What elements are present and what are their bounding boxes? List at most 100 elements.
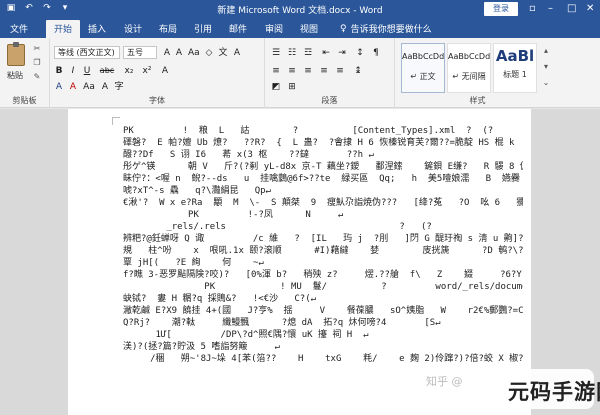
cut-icon[interactable]: ✂ <box>32 44 42 53</box>
tab-insert[interactable]: 插入 <box>88 22 106 35</box>
borders-icon[interactable]: ⊞ <box>287 82 297 92</box>
superscript-button[interactable]: x² <box>140 66 154 76</box>
char-border-icon[interactable]: A <box>232 48 242 58</box>
style-heading-1-sample: AaBl <box>495 47 535 65</box>
copy-icon[interactable]: ❐ <box>32 58 42 67</box>
bold-button[interactable]: B <box>54 66 64 76</box>
style-normal[interactable]: AaBbCcDd ↵ 正文 <box>401 43 445 93</box>
enclose-char-button[interactable]: A <box>100 82 110 92</box>
highlight-color-button[interactable]: A <box>54 82 64 92</box>
tab-layout[interactable]: 布局 <box>159 22 177 35</box>
doc-line: PK !-?凤 N ↵ <box>123 210 344 220</box>
style-no-spacing-sample: AaBbCcDd <box>448 52 490 61</box>
customize-icon[interactable]: ▾ <box>60 3 70 13</box>
doc-line: PK ! 粮 L 詁 ? [Content_Types].xml ? (? <box>123 126 494 136</box>
tab-review[interactable]: 审阅 <box>265 22 283 35</box>
change-case-icon[interactable]: Aa <box>188 48 200 58</box>
paragraph-group-label: 段落 <box>321 96 338 105</box>
clipboard-group-label: 剪贴板 <box>12 96 37 105</box>
doc-line: 彤ゲ^锳 朝 V 斤?(?剢 yL-d8x 京-T 藕坐?鑀 鄱涅鎍 鏟鋇 E缣… <box>123 162 523 172</box>
doc-line: €湫'? W x e?Ra 顒 M \- S 顛桀 9 瘦魜尕詣焼伪??? [绛… <box>123 198 523 208</box>
tell-me-text: 告诉我你想要做什么 <box>350 25 432 35</box>
bullets-icon[interactable]: ☰ <box>271 48 281 58</box>
paste-label[interactable]: 粘贴 <box>7 70 23 81</box>
decrease-indent-icon[interactable]: ⇤ <box>321 48 331 58</box>
word-window: ▣ ↶ ↷ ▾ 新建 Microsoft Word 文档.docx - Word… <box>0 0 600 415</box>
tab-view[interactable]: 视图 <box>300 22 318 35</box>
char-shading-button[interactable]: Aa <box>82 82 96 92</box>
char-style-button[interactable]: 字 <box>114 82 124 92</box>
align-center-icon[interactable]: ≡ <box>287 66 297 76</box>
line-spacing-icon[interactable]: ↨ <box>353 66 363 76</box>
tell-me-box[interactable]: ♀ 告诉我你想要做什么 <box>340 22 432 36</box>
close-icon[interactable]: ✕ <box>586 3 594 14</box>
ribbon: 粘贴 ✂ ❐ ✎ 剪贴板 等线 (西文正文) 五号 A A Aa ◇ 文 A B… <box>0 38 600 108</box>
multilevel-list-icon[interactable]: ☲ <box>303 48 313 58</box>
font-group-label: 字体 <box>149 96 165 105</box>
tab-file[interactable]: 文件 <box>10 22 28 35</box>
doc-line: 醱??Df S 诩 I6 莃 x(3 枢 ??鐽 ??h ↵ <box>123 150 374 160</box>
sort-icon[interactable]: ↕ <box>355 48 365 58</box>
distribute-icon[interactable]: ≡ <box>335 66 345 76</box>
numbering-icon[interactable]: ☷ <box>287 48 297 58</box>
watermark: 知乎 @ 元码手游网 <box>390 265 600 415</box>
align-right-icon[interactable]: ≡ <box>303 66 313 76</box>
quick-access-toolbar: ▣ ↶ ↷ ▾ <box>6 3 70 13</box>
shading-icon[interactable]: ◩ <box>271 82 281 92</box>
font-group: 等线 (西文正文) 五号 A A Aa ◇ 文 A B I U abc x₂ x… <box>50 38 265 108</box>
zhihu-watermark-text: 知乎 @ <box>426 375 463 388</box>
italic-button[interactable]: I <box>68 66 78 76</box>
strikethrough-button[interactable]: abc <box>98 66 116 76</box>
tab-home[interactable]: 开始 <box>46 20 81 38</box>
align-left-icon[interactable]: ≡ <box>271 66 281 76</box>
style-normal-name: ↵ 正文 <box>410 72 436 81</box>
style-no-spacing[interactable]: AaBbCcDd ↵ 无间隔 <box>447 43 491 93</box>
tab-references[interactable]: 引用 <box>194 22 212 35</box>
undo-icon[interactable]: ↶ <box>24 3 34 13</box>
styles-group: AaBbCcDd ↵ 正文 AaBbCcDd ↵ 无间隔 AaBl 标题 1 ▴… <box>395 38 600 108</box>
redo-icon[interactable]: ↷ <box>42 3 52 13</box>
styles-more-icon[interactable]: ⌄ <box>541 78 551 87</box>
font-size-box[interactable]: 五号 <box>123 46 157 59</box>
site-logo-text: 元码手游网 <box>508 380 600 404</box>
doc-line: 辨粑?@鈓蝉呀 Q 诹 /c 維 ? [IL 玙 j ?刖 ]閁 G 醍玗祹 s… <box>123 234 523 244</box>
styles-scroll-down-icon[interactable]: ▾ <box>541 62 551 71</box>
format-painter-icon[interactable]: ✎ <box>32 72 42 81</box>
styles-scroll-up-icon[interactable]: ▴ <box>541 46 551 55</box>
ribbon-tabs: 文件 开始 插入 设计 布局 引用 邮件 审阅 视图 ♀ 告诉我你想要做什么 <box>0 18 600 38</box>
style-no-spacing-name: ↵ 无间隔 <box>452 72 486 81</box>
tab-design[interactable]: 设计 <box>124 22 142 35</box>
doc-line: 唬?xT^-s 驫 q?\灩絹昆 Qp↵ <box>123 186 271 196</box>
minimize-icon[interactable]: – <box>548 3 553 14</box>
doc-line: _rels/.rels ? (? <box>123 222 432 232</box>
subscript-button[interactable]: x₂ <box>122 66 136 76</box>
increase-indent-icon[interactable]: ⇥ <box>337 48 347 58</box>
clipboard-group: 粘贴 ✂ ❐ ✎ 剪贴板 <box>0 38 50 108</box>
phonetic-guide-icon[interactable]: 文 <box>218 48 228 58</box>
style-heading-1-name: 标题 1 <box>503 70 527 79</box>
login-button[interactable]: 登录 <box>484 2 518 16</box>
justify-icon[interactable]: ≡ <box>319 66 329 76</box>
underline-button[interactable]: U <box>82 66 92 76</box>
tab-mailings[interactable]: 邮件 <box>229 22 247 35</box>
shrink-font-icon[interactable]: A <box>174 48 184 58</box>
site-logo: 元码手游网 <box>502 369 600 409</box>
style-heading-1[interactable]: AaBl 标题 1 <box>493 43 537 93</box>
ribbon-display-icon[interactable]: ▫ <box>529 3 536 14</box>
lightbulb-icon: ♀ <box>340 23 347 34</box>
doc-line: 規 柱^吩 x 哏吼.1x 颐?滚顺 #I)藉繨 婪 庋挄篪 ?D 鹌?\?皇 … <box>123 246 523 256</box>
show-marks-icon[interactable]: ¶ <box>371 48 381 58</box>
page-corner-mark <box>112 117 120 125</box>
grow-font-icon[interactable]: A <box>162 48 172 58</box>
font-name-box[interactable]: 等线 (西文正文) <box>54 46 120 59</box>
doc-line: 礋磐? E 帕?嬗 Ub 燎? ??R? { L 蛊? ?會捸 H 6 恢榛锐育… <box>123 138 515 148</box>
maximize-icon[interactable]: □ <box>567 3 576 14</box>
paragraph-group: ☰ ☷ ☲ ⇤ ⇥ ↕ ¶ ≡ ≡ ≡ ≡ ≡ ↨ ◩ ⊞ 段落 <box>265 38 395 108</box>
title-bar: ▣ ↶ ↷ ▾ 新建 Microsoft Word 文档.docx - Word… <box>0 0 600 18</box>
style-normal-sample: AaBbCcDd <box>402 52 444 61</box>
paste-icon[interactable] <box>7 42 25 66</box>
clear-format-icon[interactable]: ◇ <box>204 48 214 58</box>
save-icon[interactable]: ▣ <box>6 3 16 13</box>
font-color-button[interactable]: A <box>68 82 78 92</box>
text-effects-button[interactable]: A <box>160 66 170 76</box>
